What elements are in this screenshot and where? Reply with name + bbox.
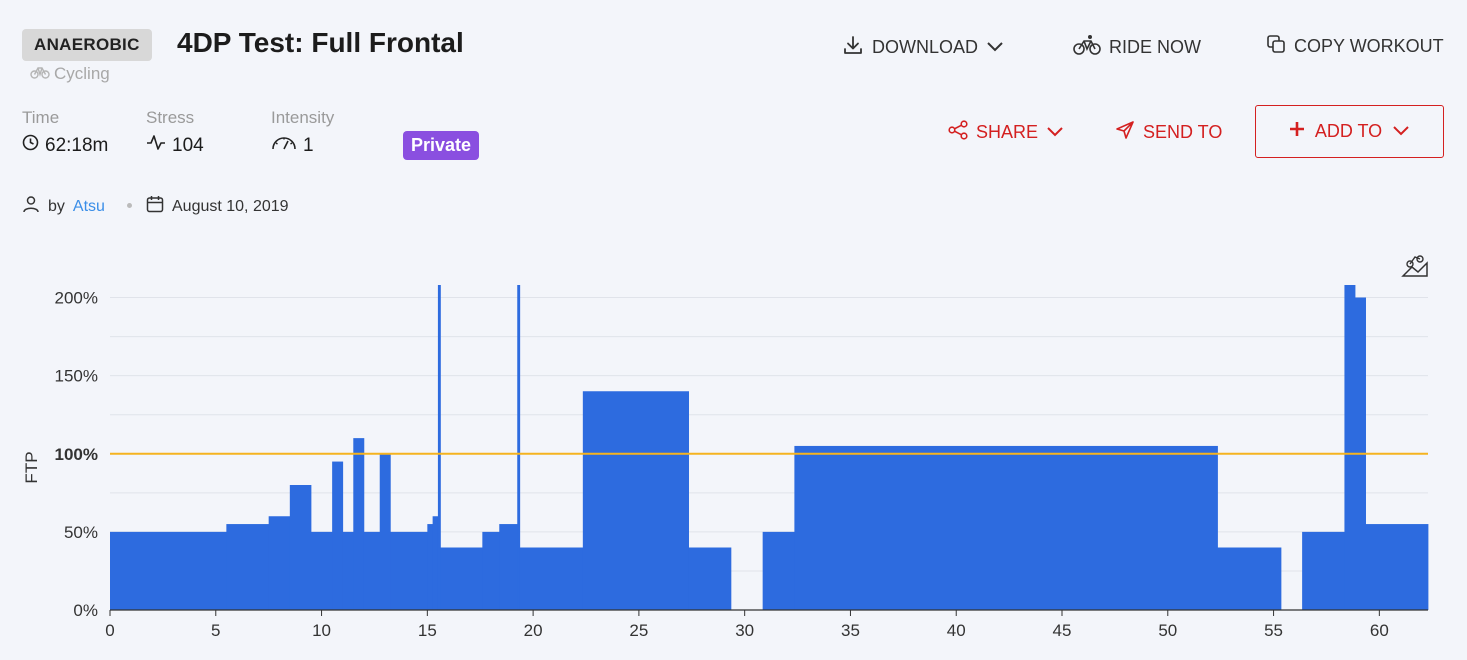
add-to-button[interactable]: ADD TO: [1255, 105, 1444, 158]
interval-bar[interactable]: [427, 524, 434, 610]
sport-label: Cycling: [30, 64, 110, 84]
clock-icon: [22, 134, 39, 157]
interval-bar[interactable]: [310, 531, 333, 610]
by-prefix: by: [48, 197, 65, 215]
interval-bar[interactable]: [226, 524, 270, 610]
x-tick-label: 10: [312, 621, 331, 640]
plus-icon: [1289, 121, 1305, 142]
date-text: August 10, 2019: [172, 197, 289, 215]
ride-now-button[interactable]: RIDE NOW: [1073, 34, 1201, 61]
y-tick-label: 0%: [73, 601, 98, 620]
send-to-button[interactable]: SEND TO: [1115, 120, 1222, 145]
interval-bar[interactable]: [332, 461, 344, 610]
x-tick-label: 25: [629, 621, 648, 640]
copy-icon: [1266, 34, 1286, 59]
interval-bar[interactable]: [582, 391, 690, 610]
interval-bar[interactable]: [110, 531, 227, 610]
add-to-label: ADD TO: [1314, 121, 1383, 141]
x-tick-label: 20: [524, 621, 543, 640]
y-tick-label: 50%: [64, 523, 98, 542]
x-tick-label: 55: [1264, 621, 1283, 640]
chevron-down-icon: [986, 37, 1004, 58]
author-info: by Atsu: [22, 195, 105, 218]
date-info: August 10, 2019: [146, 195, 289, 218]
stress-text: 104: [172, 134, 204, 156]
interval-bar[interactable]: [1365, 524, 1429, 610]
interval-bar[interactable]: [363, 531, 381, 610]
stress-value: 104: [146, 134, 204, 157]
y-tick-label: 150%: [55, 367, 98, 386]
copy-workout-label: COPY WORKOUT: [1294, 36, 1444, 56]
send-icon: [1115, 120, 1135, 145]
intensity-label: Intensity: [271, 108, 335, 127]
y-tick-label: 100%: [55, 445, 98, 464]
interval-bar[interactable]: [440, 547, 483, 611]
private-badge: Private: [403, 131, 480, 160]
x-tick-label: 40: [947, 621, 966, 640]
share-button[interactable]: SHARE: [948, 120, 1064, 145]
interval-bar[interactable]: [482, 531, 500, 610]
interval-bar[interactable]: [379, 453, 391, 610]
separator-dot: [127, 203, 132, 208]
workout-title: 4DP Test: Full Frontal: [177, 27, 464, 58]
interval-bar[interactable]: [342, 531, 354, 610]
send-to-label: SEND TO: [1143, 122, 1223, 142]
x-tick-label: 30: [735, 621, 754, 640]
x-tick-label: 0: [105, 621, 114, 640]
pulse-icon: [146, 134, 166, 157]
x-tick-label: 45: [1053, 621, 1072, 640]
stress-label: Stress: [146, 108, 195, 127]
gauge-icon: [271, 134, 297, 157]
interval-bar[interactable]: [353, 438, 365, 610]
time-text: 62:18m: [45, 134, 109, 156]
x-tick-label: 35: [841, 621, 860, 640]
download-icon: [842, 34, 864, 61]
ride-now-label: RIDE NOW: [1109, 37, 1201, 57]
workout-type-badge: ANAEROBIC: [22, 29, 152, 61]
download-button[interactable]: DOWNLOAD: [842, 34, 1004, 61]
interval-bar[interactable]: [432, 516, 439, 610]
interval-bar[interactable]: [1217, 547, 1282, 611]
y-tick-label: 200%: [55, 289, 98, 308]
interval-bar[interactable]: [390, 531, 428, 610]
interval-bar[interactable]: [519, 547, 584, 611]
chevron-down-icon: [1046, 122, 1064, 143]
intensity-value: 1: [271, 134, 314, 157]
time-label: Time: [22, 108, 60, 127]
interval-bar[interactable]: [289, 485, 312, 610]
bike-icon: [1073, 34, 1101, 61]
interval-bar[interactable]: [762, 531, 795, 610]
bike-icon: [30, 64, 50, 84]
chevron-down-icon: [1392, 121, 1410, 142]
x-tick-label: 60: [1370, 621, 1389, 640]
share-icon: [948, 120, 968, 145]
share-label: SHARE: [976, 122, 1039, 142]
copy-workout-button[interactable]: COPY WORKOUT: [1266, 34, 1444, 59]
interval-bar[interactable]: [794, 445, 1218, 610]
elevation-bike-icon[interactable]: [1401, 255, 1428, 277]
workout-chart: 0% 50% 100% 150% 200% 0 5 10 15 20 25 30 35 40 45 50 55 6…: [22, 255, 1429, 640]
download-label: DOWNLOAD: [872, 37, 979, 57]
sport-text: Cycling: [54, 64, 110, 83]
x-tick-label: 15: [418, 621, 437, 640]
author-link[interactable]: Atsu: [73, 198, 105, 216]
calendar-icon: [146, 195, 164, 218]
interval-bar[interactable]: [1344, 285, 1356, 610]
interval-bar[interactable]: [1302, 531, 1345, 610]
x-tick-label: 50: [1158, 621, 1177, 640]
interval-bar[interactable]: [499, 524, 518, 610]
intensity-text: 1: [303, 134, 314, 156]
interval-bar[interactable]: [268, 516, 291, 610]
x-tick-label: 5: [211, 621, 220, 640]
time-value: 62:18m: [22, 134, 108, 157]
interval-bar[interactable]: [688, 547, 732, 611]
y-axis-label: FTP: [22, 451, 41, 483]
user-icon: [22, 195, 40, 218]
